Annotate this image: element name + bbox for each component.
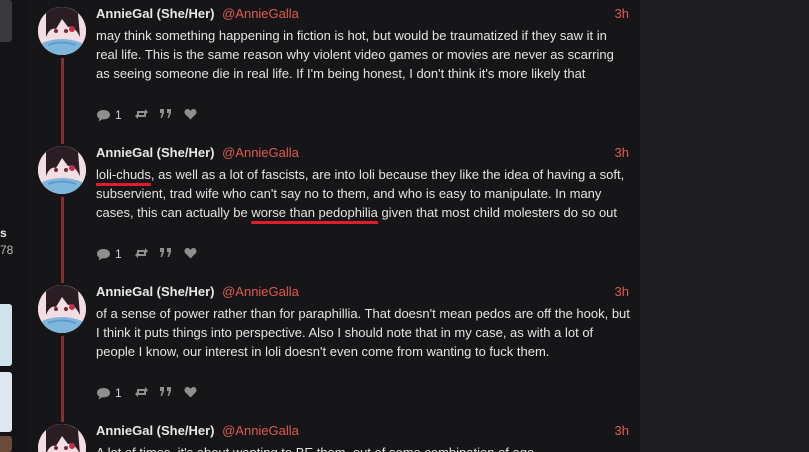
post-header: AnnieGal (She/Her) @AnnieGalla 3h xyxy=(96,284,629,302)
post-header: AnnieGal (She/Her) @AnnieGalla 3h xyxy=(96,145,629,163)
post-text: loli-chuds, as well as a lot of fascists… xyxy=(96,165,631,222)
sidebar-thumbnail[interactable] xyxy=(0,372,12,432)
post-header: AnnieGal (She/Her) @AnnieGalla 3h xyxy=(96,423,629,441)
user-handle[interactable]: @AnnieGalla xyxy=(222,423,299,438)
reply-button[interactable]: 1 xyxy=(96,247,122,261)
thread-line xyxy=(61,58,64,144)
underlined-text: worse than pedophilia xyxy=(251,205,378,220)
post-text: of a sense of power rather than for para… xyxy=(96,306,630,359)
sidebar-card[interactable] xyxy=(0,0,12,42)
quote-button[interactable] xyxy=(159,108,173,119)
like-button[interactable] xyxy=(184,108,197,120)
avatar[interactable] xyxy=(38,285,86,333)
quote-button[interactable] xyxy=(159,386,173,397)
repost-icon xyxy=(135,109,148,119)
post-thread-feed: AnnieGal (She/Her) @AnnieGalla 3h may th… xyxy=(28,0,640,452)
quote-button[interactable] xyxy=(159,247,173,258)
avatar[interactable] xyxy=(38,424,86,452)
repost-button[interactable] xyxy=(134,108,149,120)
avatar-image xyxy=(38,146,86,194)
heart-icon xyxy=(184,387,197,398)
user-handle[interactable]: @AnnieGalla xyxy=(222,284,299,299)
repost-icon xyxy=(135,387,148,397)
thread-line xyxy=(61,336,64,422)
left-sidebar-strip: s 78 xyxy=(0,0,29,452)
quote-icon xyxy=(160,109,171,118)
like-button[interactable] xyxy=(184,247,197,259)
sidebar-label: s xyxy=(0,226,7,240)
heart-icon xyxy=(184,248,197,259)
quote-icon xyxy=(160,387,171,396)
user-handle[interactable]: @AnnieGalla xyxy=(222,145,299,160)
post-timestamp[interactable]: 3h xyxy=(615,423,629,438)
heart-icon xyxy=(184,109,197,120)
avatar-image xyxy=(38,424,86,452)
reply-icon xyxy=(97,248,110,260)
repost-button[interactable] xyxy=(134,247,149,259)
display-name[interactable]: AnnieGal (She/Her) xyxy=(96,6,214,21)
post-timestamp[interactable]: 3h xyxy=(615,6,629,21)
sidebar-count: 78 xyxy=(0,243,14,257)
avatar-image xyxy=(38,285,86,333)
reply-count: 1 xyxy=(115,386,122,400)
avatar[interactable] xyxy=(38,7,86,55)
post-text: may think something happening in fiction… xyxy=(96,28,614,81)
repost-icon xyxy=(135,248,148,258)
post-timestamp[interactable]: 3h xyxy=(615,284,629,299)
post-timestamp[interactable]: 3h xyxy=(615,145,629,160)
repost-button[interactable] xyxy=(134,386,149,398)
display-name[interactable]: AnnieGal (She/Her) xyxy=(96,145,214,160)
underlined-text: loli-chuds xyxy=(96,167,151,182)
avatar-image xyxy=(38,7,86,55)
post-text: A lot of times, it's about wanting to BE… xyxy=(96,443,631,452)
sidebar-thumbnail[interactable] xyxy=(0,304,12,366)
like-button[interactable] xyxy=(184,386,197,398)
reply-count: 1 xyxy=(115,247,122,261)
reply-button[interactable]: 1 xyxy=(96,386,122,400)
post-text-segment: given that most child molesters do so ou… xyxy=(377,205,618,220)
reply-button[interactable]: 1 xyxy=(96,108,122,122)
reply-icon xyxy=(97,387,110,399)
post-header: AnnieGal (She/Her) @AnnieGalla 3h xyxy=(96,6,629,24)
avatar[interactable] xyxy=(38,146,86,194)
user-handle[interactable]: @AnnieGalla xyxy=(222,6,299,21)
display-name[interactable]: AnnieGal (She/Her) xyxy=(96,284,214,299)
reply-icon xyxy=(97,109,110,121)
display-name[interactable]: AnnieGal (She/Her) xyxy=(96,423,214,438)
quote-icon xyxy=(160,248,171,257)
thread-line xyxy=(61,197,64,283)
sidebar-thumbnail[interactable] xyxy=(0,436,12,452)
right-panel xyxy=(640,0,809,452)
reply-count: 1 xyxy=(115,108,122,122)
